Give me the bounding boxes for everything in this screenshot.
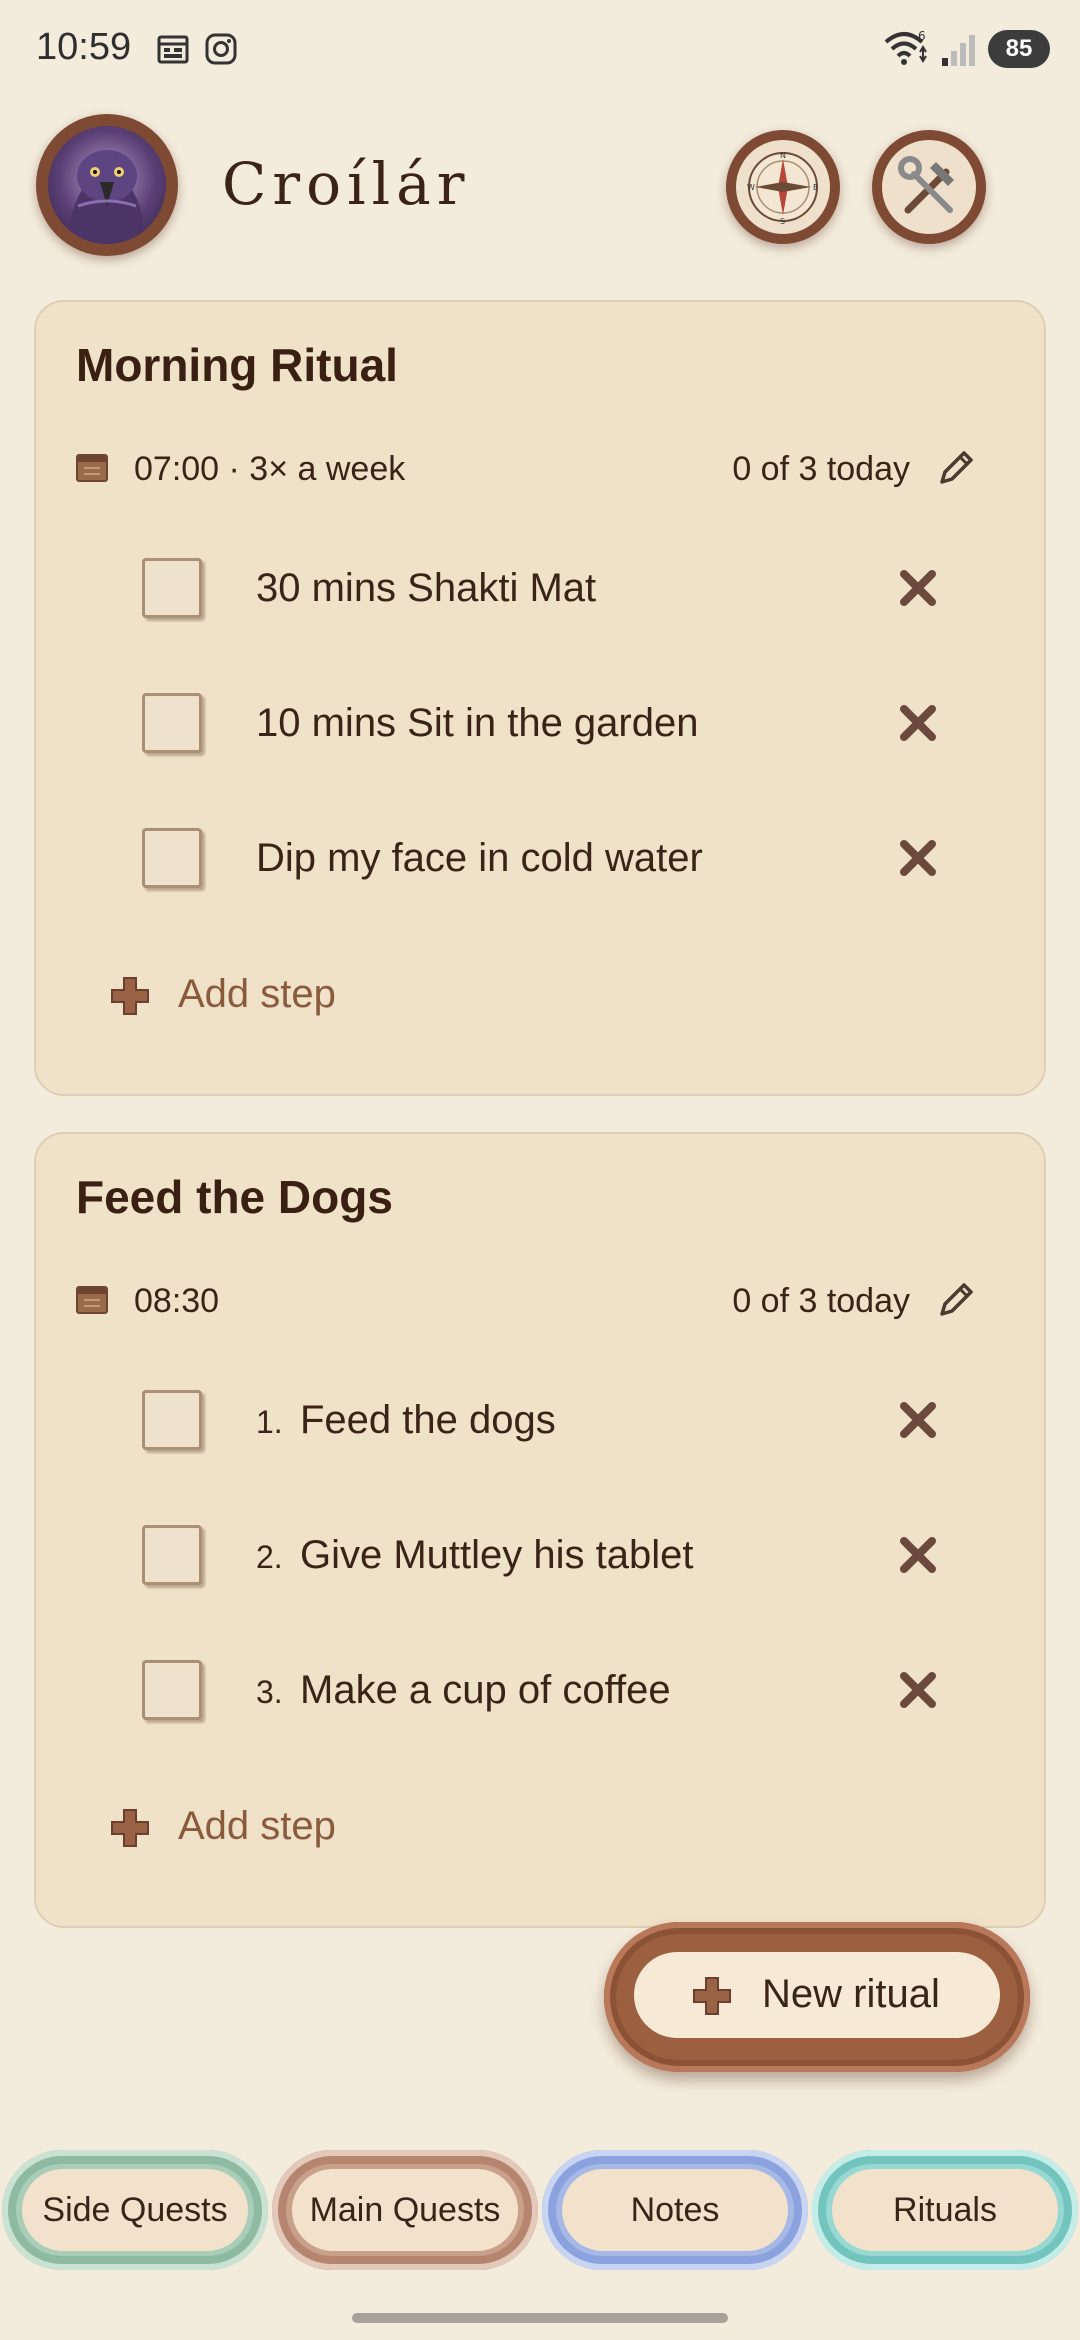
svg-text:6: 6 (918, 29, 926, 43)
ritual-card: Morning Ritual 07:00 · 3× a week 0 of 3 … (34, 300, 1046, 1096)
add-step-label: Add step (178, 972, 336, 1016)
svg-text:W: W (747, 183, 755, 192)
ritual-progress: 0 of 3 today (732, 1282, 910, 1320)
avatar[interactable] (36, 114, 178, 256)
new-ritual-label: New ritual (762, 1972, 940, 2016)
new-ritual-button[interactable]: New ritual (604, 1922, 1030, 2072)
tab-rituals[interactable]: Rituals (812, 2150, 1078, 2270)
compass-icon: N S W E (747, 151, 818, 226)
ritual-step: 30 mins Shakti Mat (76, 534, 1008, 644)
ritual-step: 10 mins Sit in the garden (76, 669, 1008, 779)
step-checkbox[interactable] (142, 693, 202, 753)
battery-icon: 85 (988, 30, 1050, 68)
plus-icon (111, 977, 149, 1015)
tab-label: Side Quests (22, 2169, 248, 2251)
ritual-progress: 0 of 3 today (732, 450, 910, 488)
raven-avatar-icon (48, 126, 166, 244)
ritual-card: Feed the Dogs 08:30 0 of 3 today 1. Feed… (34, 1132, 1046, 1928)
tab-side-quests[interactable]: Side Quests (2, 2150, 268, 2270)
ritual-step: 2. Give Muttley his tablet (76, 1501, 1008, 1611)
plus-icon (111, 1809, 149, 1847)
delete-step-icon[interactable] (896, 1398, 940, 1442)
ritual-title: Feed the Dogs (76, 1171, 393, 1223)
svg-text:N: N (780, 151, 786, 160)
step-checkbox[interactable] (142, 1525, 202, 1585)
ritual-schedule: 08:30 (134, 1282, 220, 1320)
home-indicator[interactable] (352, 2313, 728, 2323)
ritual-title: Morning Ritual (76, 339, 398, 391)
wifi-icon: 6 (884, 29, 927, 65)
delete-step-icon[interactable] (896, 1668, 940, 1712)
tools-icon (898, 156, 954, 214)
delete-step-icon[interactable] (896, 1533, 940, 1577)
tab-label: Notes (562, 2169, 788, 2251)
tab-label: Main Quests (292, 2169, 518, 2251)
app-title: Croílár (222, 150, 471, 218)
step-label: Feed the dogs (300, 1398, 556, 1442)
ritual-meta: 08:30 0 of 3 today (76, 1270, 1008, 1330)
step-checkbox[interactable] (142, 1660, 202, 1720)
calendar-icon (76, 454, 108, 482)
step-number: 3. (256, 1674, 283, 1710)
step-label: 30 mins Shakti Mat (256, 566, 597, 610)
step-checkbox[interactable] (142, 558, 202, 618)
step-number: 1. (256, 1404, 283, 1440)
step-number: 2. (256, 1539, 283, 1575)
edit-pencil-icon[interactable] (932, 444, 980, 492)
compass-button[interactable]: N S W E (726, 130, 840, 244)
add-step-label: Add step (178, 1804, 336, 1848)
svg-text:S: S (780, 217, 785, 226)
tab-notes[interactable]: Notes (542, 2150, 808, 2270)
svg-text:E: E (813, 183, 818, 192)
step-label: Give Muttley his tablet (300, 1533, 694, 1577)
ritual-step: Dip my face in cold water (76, 804, 1008, 914)
status-time: 10:59 (36, 26, 132, 68)
step-checkbox[interactable] (142, 828, 202, 888)
calendar-icon (157, 35, 189, 64)
ritual-step: 3. Make a cup of coffee (76, 1636, 1008, 1746)
screen: 10:59 6 85 Croílár N S W E Morning Ritua… (0, 0, 1080, 2340)
ritual-meta: 07:00 · 3× a week 0 of 3 today (76, 438, 1008, 498)
step-label: Make a cup of coffee (300, 1668, 671, 1712)
tab-label: Rituals (832, 2169, 1058, 2251)
delete-step-icon[interactable] (896, 701, 940, 745)
tab-main-quests[interactable]: Main Quests (272, 2150, 538, 2270)
step-checkbox[interactable] (142, 1390, 202, 1450)
edit-pencil-icon[interactable] (932, 1276, 980, 1324)
step-label: 10 mins Sit in the garden (256, 701, 699, 745)
status-bar: 10:59 6 85 (0, 0, 1080, 100)
calendar-icon (76, 1286, 108, 1314)
tools-button[interactable] (872, 130, 986, 244)
delete-step-icon[interactable] (896, 566, 940, 610)
signal-icon (942, 35, 975, 66)
step-label: Dip my face in cold water (256, 836, 703, 880)
instagram-icon (205, 33, 237, 65)
ritual-step: 1. Feed the dogs (76, 1366, 1008, 1476)
plus-icon (693, 1977, 731, 2015)
ritual-schedule: 07:00 · 3× a week (134, 450, 406, 488)
delete-step-icon[interactable] (896, 836, 940, 880)
